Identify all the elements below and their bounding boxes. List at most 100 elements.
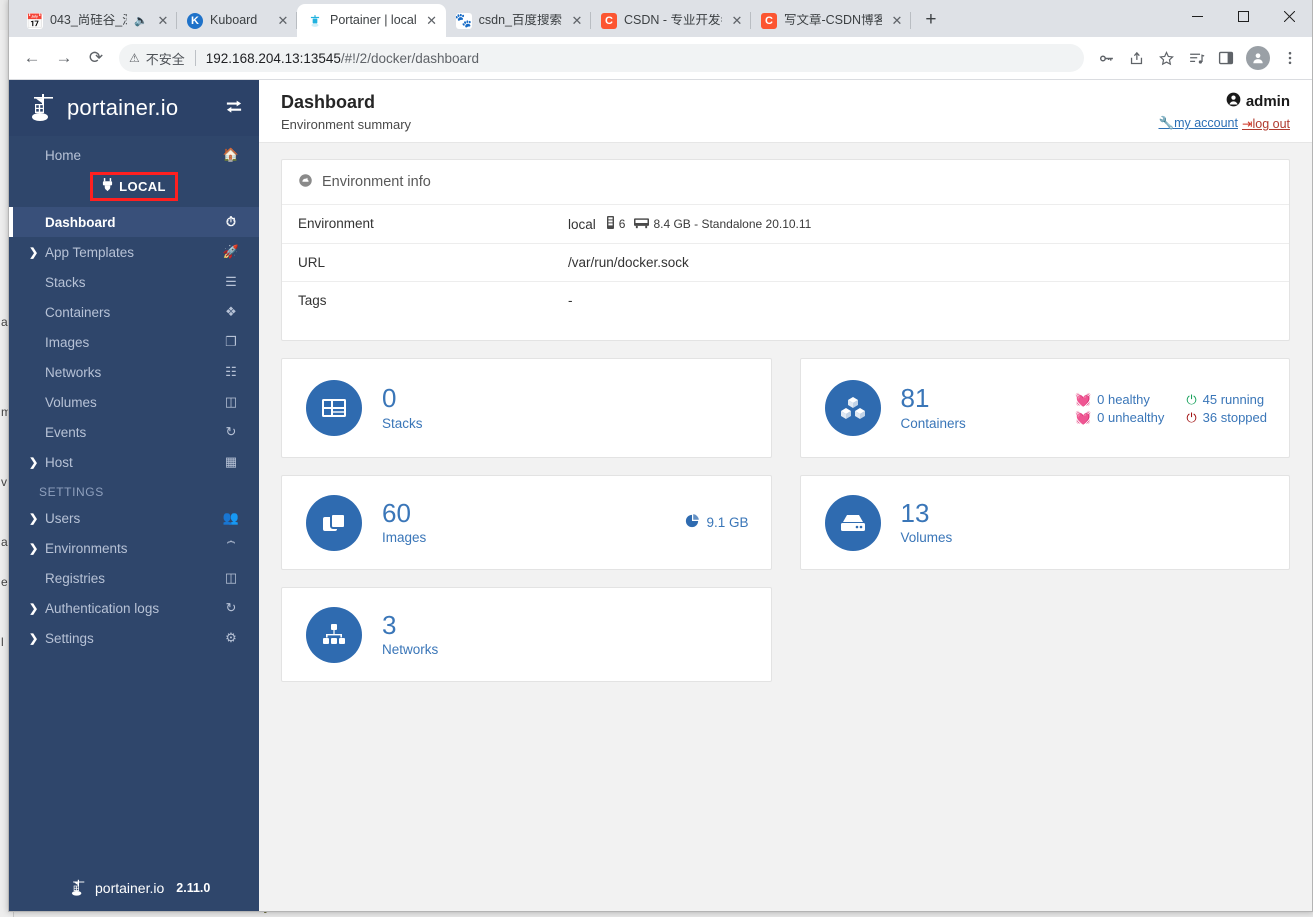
card-volumes[interactable]: 13 Volumes bbox=[799, 475, 1290, 570]
environment-info-panel: Environment info Environment local 6 8.4… bbox=[281, 159, 1290, 341]
card-images[interactable]: 60 Images 9.1 GB bbox=[281, 475, 772, 570]
window-controls bbox=[1174, 0, 1312, 32]
sidebar-item-label: Settings bbox=[45, 630, 94, 646]
side-panel-icon[interactable] bbox=[1212, 44, 1240, 72]
gauge-icon bbox=[298, 173, 313, 191]
star-icon[interactable] bbox=[1152, 44, 1180, 72]
sidebar-item-label: Containers bbox=[45, 304, 111, 320]
sidebar-item-app-templates[interactable]: ❯ App Templates 🚀 bbox=[9, 237, 259, 267]
panel-header: Environment info bbox=[282, 160, 1289, 204]
sidebar-item-environments[interactable]: ❯ Environments ⏞ bbox=[9, 533, 259, 563]
sidebar-section-settings: SETTINGS bbox=[39, 485, 104, 499]
key-icon[interactable] bbox=[1092, 44, 1120, 72]
forward-button[interactable]: → bbox=[49, 43, 79, 73]
tab-title: Kuboard bbox=[210, 14, 258, 27]
sidebar-item-home[interactable]: ❯ Home 🏠 bbox=[9, 140, 259, 170]
info-row-environment: Environment local 6 8.4 GB - Standalone … bbox=[282, 204, 1289, 243]
maximize-icon[interactable] bbox=[1220, 0, 1266, 32]
share-icon[interactable] bbox=[1122, 44, 1150, 72]
back-button[interactable]: ← bbox=[17, 43, 47, 73]
plug-icon bbox=[102, 178, 113, 194]
new-tab-button[interactable]: + bbox=[917, 6, 945, 34]
tab-close-button[interactable]: ✕ bbox=[569, 13, 585, 29]
plug-icon: ⏞ bbox=[227, 540, 235, 555]
card-count: 60 bbox=[382, 497, 411, 528]
my-account-link[interactable]: 🔧my account bbox=[1158, 116, 1238, 131]
sidebar-item-authentication-logs[interactable]: ❯ Authentication logs ↻ bbox=[9, 593, 259, 623]
sidebar-item-dashboard[interactable]: ❯ Dashboard ⏱ bbox=[9, 207, 259, 237]
omnibox-divider bbox=[194, 50, 196, 66]
card-label: Networks bbox=[382, 642, 439, 658]
browser-tab-5[interactable]: C 写文章-CSDN博客 ✕ bbox=[751, 4, 911, 37]
sidebar-item-images[interactable]: ❯ Images ❐ bbox=[9, 327, 259, 357]
chevron-right-icon: ❯ bbox=[29, 512, 39, 525]
tab-close-button[interactable]: ✕ bbox=[729, 13, 745, 29]
tab-close-button[interactable]: ✕ bbox=[424, 13, 440, 29]
info-row-url: URL /var/run/docker.sock bbox=[282, 243, 1289, 281]
sidebar-item-networks[interactable]: ❯ Networks ☷ bbox=[9, 357, 259, 387]
card-body: 60 Images bbox=[382, 497, 426, 545]
sidebar-item-label: Users bbox=[45, 510, 81, 526]
browser-tab-1[interactable]: K Kuboard ✕ bbox=[177, 4, 297, 37]
info-key: URL bbox=[298, 255, 326, 270]
portainer-icon bbox=[307, 13, 323, 29]
close-icon[interactable] bbox=[1266, 0, 1312, 32]
sidebar-item-stacks[interactable]: ❯ Stacks ☰ bbox=[9, 267, 259, 297]
browser-tab-3[interactable]: 🐾 csdn_百度搜索 ✕ bbox=[446, 4, 592, 37]
sidebar-item-label: Registries bbox=[45, 570, 106, 586]
tab-close-button[interactable]: ✕ bbox=[889, 13, 905, 29]
sidebar-item-users[interactable]: ❯ Users 👥 bbox=[9, 503, 259, 533]
sidebar-item-label: Networks bbox=[45, 364, 102, 380]
tab-title: 043_尚硅谷_深 bbox=[50, 14, 128, 27]
browser-tab-4[interactable]: C CSDN - 专业开发者 ✕ bbox=[591, 4, 751, 37]
profile-avatar-icon[interactable] bbox=[1246, 46, 1270, 70]
bg-text-fragment: v bbox=[1, 475, 7, 489]
minimize-icon[interactable] bbox=[1174, 0, 1220, 32]
card-containers[interactable]: 81 Containers 💓 0 healthy ⏻ 45 running 💓… bbox=[799, 358, 1290, 458]
panel-title: Environment info bbox=[322, 174, 431, 190]
networks-icon bbox=[306, 606, 362, 663]
card-networks[interactable]: 3 Networks bbox=[281, 587, 772, 682]
browser-toolbar: ← → ⟳ ⚠ 不安全 192.168.204.13:13545/#!/2/do… bbox=[9, 37, 1312, 80]
url-host: 192.168.204.13:13545 bbox=[205, 50, 341, 66]
chip-label: 0 healthy bbox=[1097, 391, 1150, 407]
dashboard-card-grid: 0 Stacks 81 Containers 💓 0 healthy ⏻ 45 … bbox=[281, 358, 1290, 699]
address-bar[interactable]: ⚠ 不安全 192.168.204.13:13545/#!/2/docker/d… bbox=[119, 44, 1084, 72]
container-status-chips: 💓 0 healthy ⏻ 45 running 💓 0 unhealthy ⏻… bbox=[1075, 392, 1267, 425]
page-heading-block: Dashboard Environment summary bbox=[281, 92, 411, 132]
volumes-icon bbox=[824, 494, 881, 551]
tab-strip: 📅 043_尚硅谷_深 🔈 ✕ K Kuboard ✕ Portainer | … bbox=[9, 0, 1312, 37]
card-label: Volumes bbox=[900, 530, 953, 546]
log-out-link[interactable]: ⇥log out bbox=[1242, 116, 1290, 131]
sidebar-item-events[interactable]: ❯ Events ↻ bbox=[9, 417, 259, 447]
sidebar-item-label: Images bbox=[45, 334, 90, 350]
sidebar-item-label: Dashboard bbox=[45, 214, 116, 230]
chip-unhealthy: 💓 0 unhealthy bbox=[1075, 410, 1164, 425]
sidebar-item-registries[interactable]: ❯ Registries ◫ bbox=[9, 563, 259, 593]
more-menu-icon[interactable] bbox=[1276, 44, 1304, 72]
browser-tab-2-active[interactable]: Portainer | local ✕ bbox=[297, 4, 446, 37]
baidu-icon: 🐾 bbox=[455, 12, 472, 29]
containers-icon: ❖ bbox=[225, 304, 237, 319]
collapse-toggle-icon[interactable] bbox=[223, 98, 245, 118]
chip-stopped: ⏻ 36 stopped bbox=[1186, 410, 1267, 425]
tab-title: Portainer | local bbox=[330, 14, 417, 27]
user-area: admin 🔧my account ⇥log out bbox=[1158, 92, 1290, 131]
reading-list-icon[interactable] bbox=[1182, 44, 1210, 72]
environment-badge-wrapper: LOCAL bbox=[9, 170, 259, 207]
reload-button[interactable]: ⟳ bbox=[81, 43, 111, 73]
images-total-size: 9.1 GB bbox=[685, 514, 749, 531]
sidebar-item-host[interactable]: ❯ Host ▦ bbox=[9, 447, 259, 477]
tab-mute-icon[interactable]: 🔈 bbox=[134, 14, 148, 27]
sidebar-item-containers[interactable]: ❯ Containers ❖ bbox=[9, 297, 259, 327]
card-stacks[interactable]: 0 Stacks bbox=[281, 358, 772, 458]
tab-close-button[interactable]: ✕ bbox=[155, 13, 171, 29]
tab-close-button[interactable]: ✕ bbox=[275, 13, 291, 29]
card-body: 0 Stacks bbox=[382, 385, 423, 431]
kuboard-icon: K bbox=[187, 12, 203, 29]
browser-tab-0[interactable]: 📅 043_尚硅谷_深 🔈 ✕ bbox=[17, 4, 177, 37]
sidebar-item-volumes[interactable]: ❯ Volumes ◫ bbox=[9, 387, 259, 417]
sidebar-item-label: Environments bbox=[45, 540, 128, 556]
environment-badge-local[interactable]: LOCAL bbox=[90, 172, 178, 201]
sidebar-item-settings[interactable]: ❯ Settings ⚙ bbox=[9, 623, 259, 653]
